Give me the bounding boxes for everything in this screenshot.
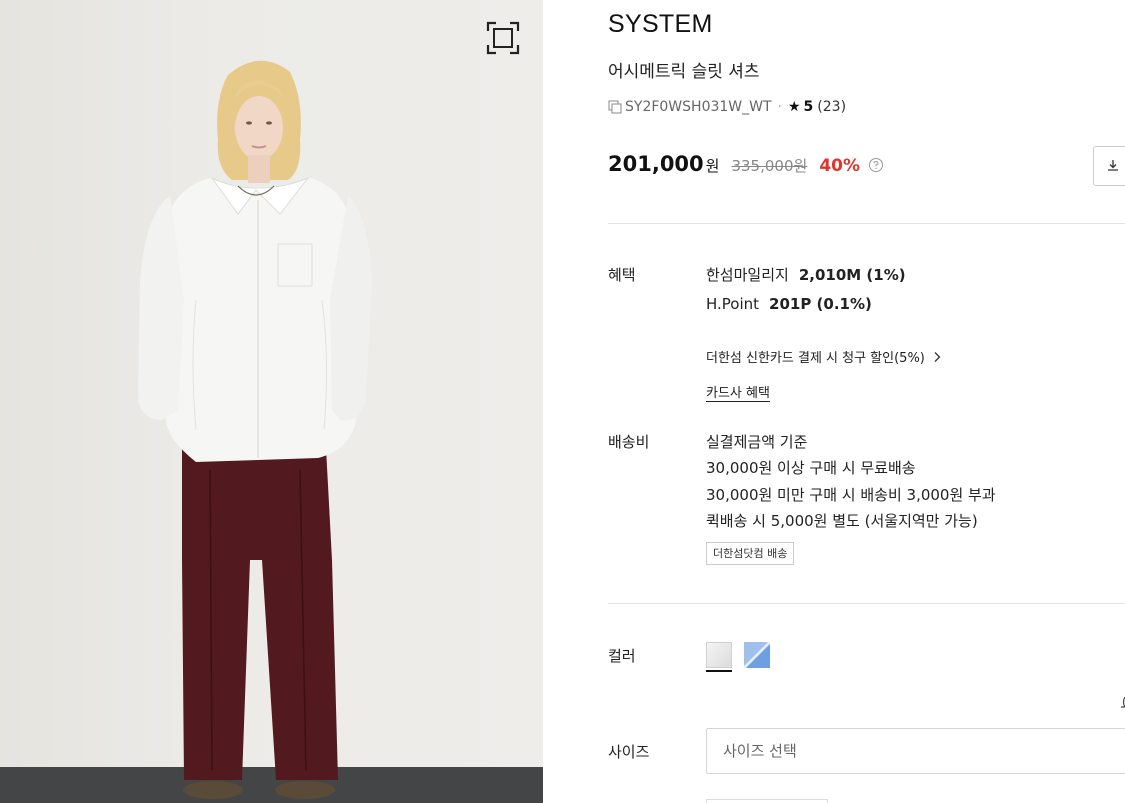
- model-figure: [138, 60, 372, 799]
- hpoint-value: 201P (0.1%): [769, 295, 872, 313]
- mileage-label: 한섬마일리지: [706, 266, 789, 284]
- discount-rate: 40%: [819, 156, 861, 176]
- copy-icon[interactable]: [608, 100, 622, 114]
- product-info: SYSTEM 어시메트릭 슬릿 셔츠 SY2F0WSH031W_WT · ★ 5…: [543, 0, 1125, 803]
- price-row: 201,000 원 335,000원 40%: [608, 152, 884, 176]
- hpoint-row: H.Point 201P (0.1%): [706, 295, 872, 313]
- shipping-label: 배송비: [608, 433, 650, 451]
- product-meta: SY2F0WSH031W_WT · ★ 5 (23): [608, 99, 846, 115]
- rating-value: 5: [803, 99, 814, 115]
- shipping-line: 30,000원 미만 구매 시 배송비 3,000원 부과: [706, 486, 996, 504]
- card-promo-text: 더한섬 신한카드 결제 시 청구 할인(5%): [706, 351, 925, 366]
- meta-separator: ·: [777, 99, 782, 115]
- card-benefits-link[interactable]: 카드사 혜택: [706, 382, 770, 401]
- download-button[interactable]: [1093, 146, 1125, 186]
- product-name: 어시메트릭 슬릿 셔츠: [608, 62, 760, 82]
- fullscreen-icon[interactable]: [484, 19, 522, 57]
- shipping-line: 퀵배송 시 5,000원 별도 (서울지역만 가능): [706, 512, 978, 530]
- color-label: 컬러: [608, 647, 636, 665]
- mileage-row: 한섬마일리지 2,010M (1%): [706, 264, 906, 285]
- card-promo-link[interactable]: 더한섬 신한카드 결제 시 청구 할인(5%): [706, 347, 941, 366]
- currency-unit: 원: [705, 157, 720, 175]
- size-label: 사이즈: [608, 743, 650, 761]
- shipping-line: 실결제금액 기준: [706, 433, 808, 451]
- color-swatch-white[interactable]: [706, 642, 732, 668]
- chevron-right-icon: [933, 351, 941, 363]
- product-image[interactable]: [0, 0, 543, 803]
- original-price: 335,000원: [731, 157, 808, 175]
- download-icon: [1106, 157, 1120, 176]
- benefits-label: 혜택: [608, 266, 636, 284]
- help-icon[interactable]: [868, 157, 884, 173]
- shipping-line: 30,000원 이상 구매 시 무료배송: [706, 459, 916, 477]
- product-code[interactable]: SY2F0WSH031W_WT: [625, 99, 772, 115]
- clipped-mark: [1121, 696, 1125, 708]
- selected-swatch-indicator: [706, 670, 732, 672]
- review-count[interactable]: (23): [817, 99, 846, 115]
- divider: [608, 603, 1125, 604]
- hpoint-label: H.Point: [706, 295, 760, 313]
- brand-name[interactable]: SYSTEM: [608, 10, 713, 39]
- color-swatch-blue[interactable]: [744, 642, 770, 668]
- divider: [608, 223, 1125, 224]
- mileage-value: 2,010M (1%): [798, 266, 906, 284]
- delivery-tag: 더한섬닷컴 배송: [706, 542, 795, 565]
- partial-element: [706, 799, 828, 803]
- star-icon: ★: [787, 99, 801, 115]
- sale-price: 201,000: [608, 152, 704, 176]
- size-select[interactable]: 사이즈 선택: [706, 728, 1125, 774]
